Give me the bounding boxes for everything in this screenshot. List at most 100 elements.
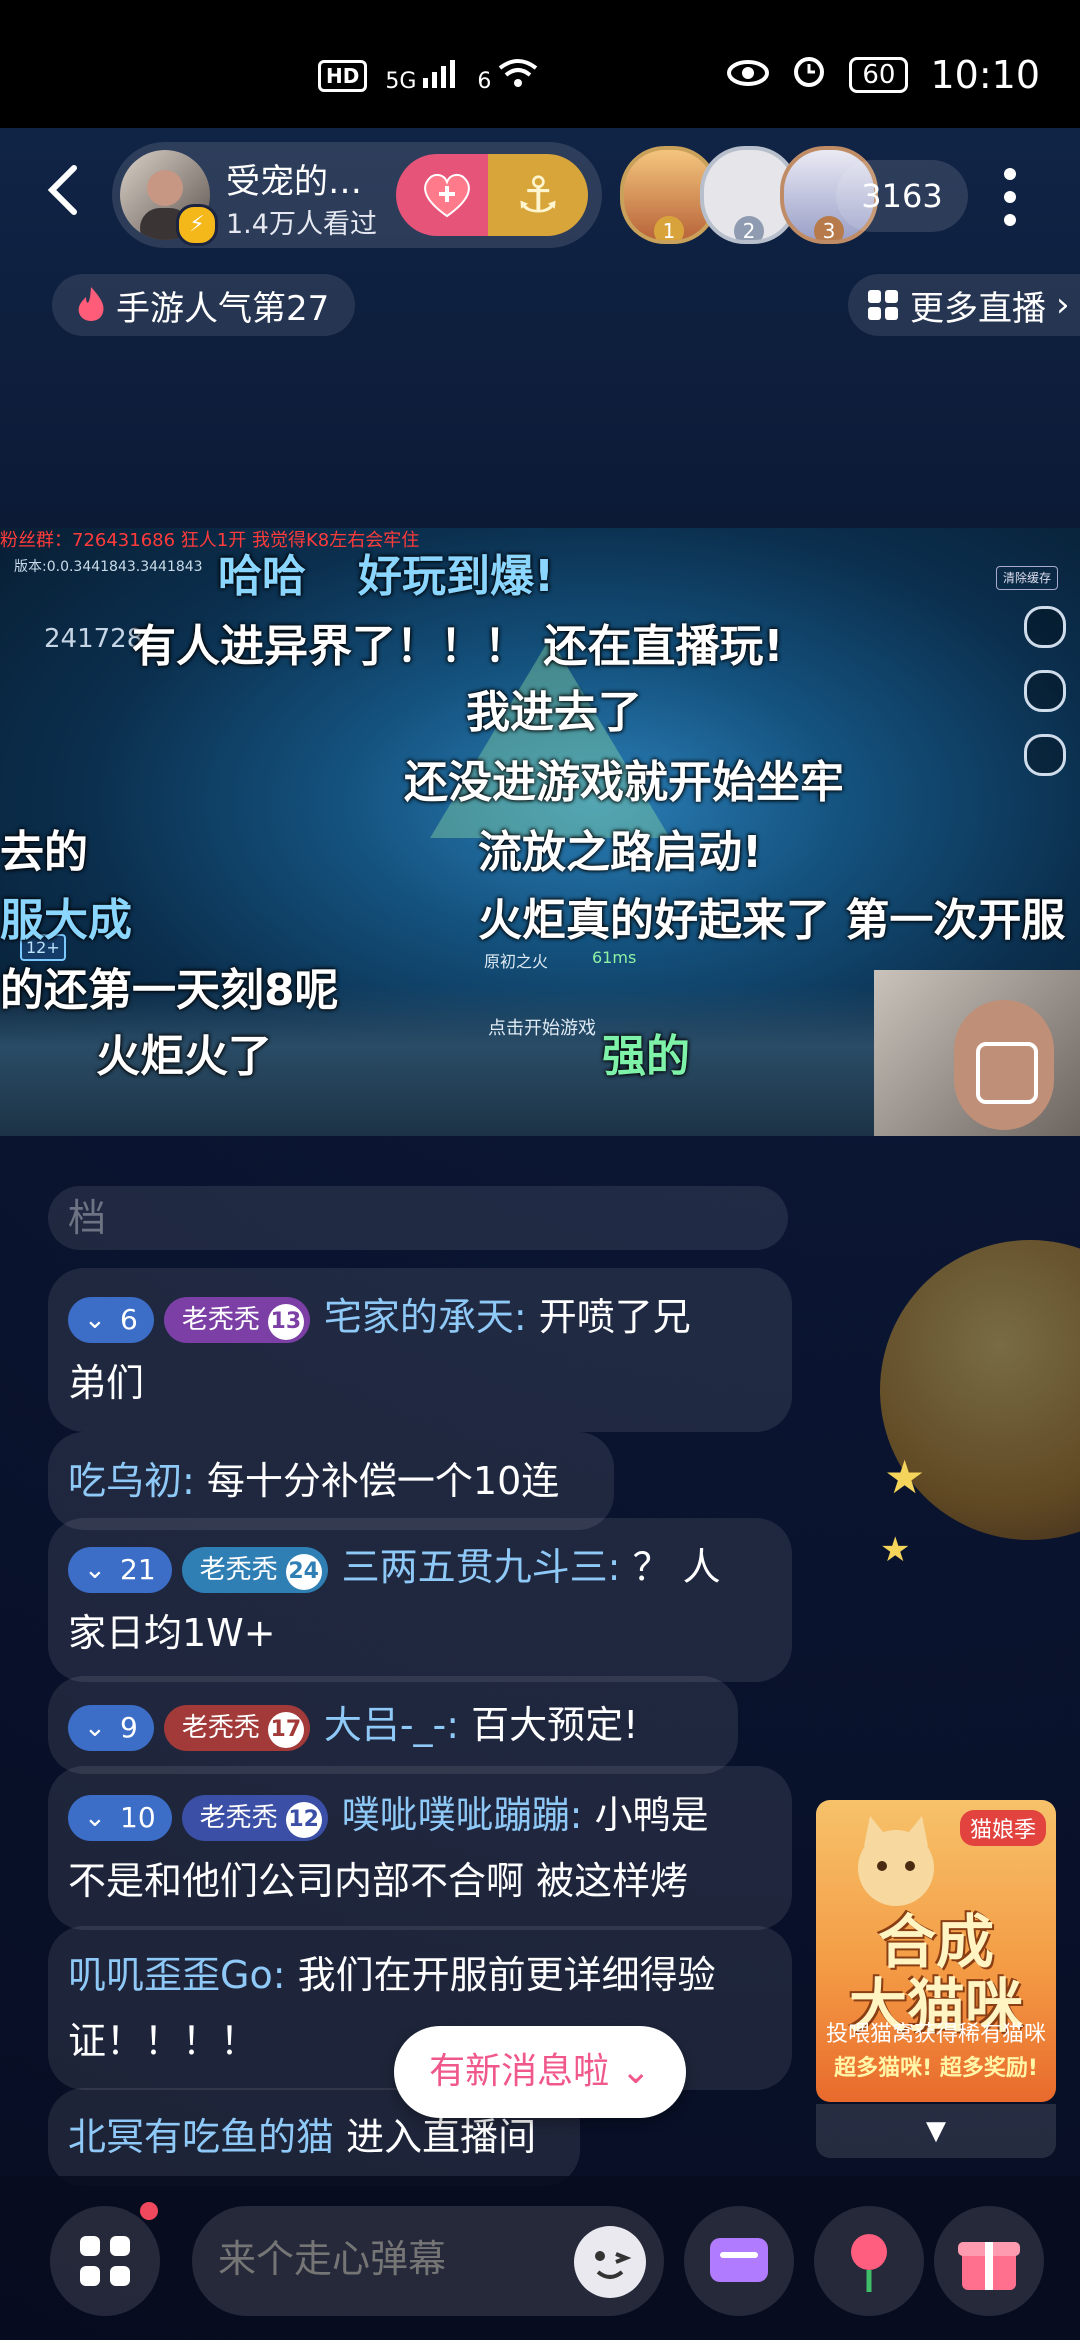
gift-button[interactable] [934, 2206, 1044, 2316]
user-level-badge: ⌄ 21 [68, 1546, 172, 1593]
danmaku-item: 的还第一天刻8呢 [0, 965, 339, 1016]
notice-icon[interactable] [1024, 670, 1066, 712]
danmaku-item: 流放之路启动! [478, 827, 763, 878]
emoji-face-icon [595, 2251, 632, 2279]
chat-username[interactable]: 宅家的承天 [324, 1295, 514, 1339]
chat-text-cont: 弟们 [68, 1361, 145, 1405]
danmaku-item: 我进去了 [466, 687, 642, 738]
chat-text: 每十分补偿一个10连 [206, 1459, 560, 1503]
room-id: 241728 [44, 624, 144, 654]
new-messages-button[interactable]: 有新消息啦 ⌄ [394, 2026, 686, 2118]
heart-plus-icon [424, 174, 470, 218]
rose-icon [851, 2234, 887, 2292]
popularity-label: 手游人气第27 [116, 288, 330, 329]
chat-username[interactable]: 三两五贯九斗三 [342, 1545, 608, 1589]
battery-indicator: 60 [849, 56, 909, 93]
fan-medal: 老秃秃 13 [163, 1296, 310, 1343]
chat-username[interactable]: 噗呲噗呲蹦蹦 [342, 1793, 570, 1837]
user-level-badge: ⌄ 9 [68, 1704, 154, 1751]
chat-message[interactable]: ⌄ 10 老秃秃 12 噗呲噗呲蹦蹦: 小鸭是 不是和他们公司内部不合啊 被这样烤 [48, 1766, 792, 1930]
promo-subtitle-2: 超多猫咪! 超多奖励! [834, 2056, 1038, 2081]
ping-label: 61ms [592, 948, 637, 967]
chat-username[interactable]: 叽叽歪歪Go [68, 1953, 273, 1997]
danmaku-item: 好玩到爆! [358, 551, 555, 602]
chat-text-cont: 证！！！！ [68, 2019, 259, 2063]
version-text: 版本:0.0.3441843.3441843 [14, 559, 203, 575]
popularity-tag[interactable]: 手游人气第27 [52, 274, 356, 336]
alarm-icon [791, 52, 827, 97]
enter-username[interactable]: 北冥有吃鱼的猫 [68, 2115, 334, 2159]
rotate-screen-icon[interactable] [976, 1042, 1038, 1104]
signal-icon: 5G [385, 58, 459, 94]
danmaku-item: 有人进异界了！！！ 还在直播玩! [132, 621, 784, 672]
flower-button[interactable] [814, 2206, 924, 2316]
anchor-camera-pip[interactable] [874, 970, 1080, 1136]
rank-badge: 3 [814, 216, 844, 240]
fan-medal: 老秃秃 17 [163, 1704, 310, 1751]
chat-text: 开喷了兄 [538, 1295, 691, 1339]
danmaku-item: 火炬火了 [96, 1031, 272, 1082]
back-button[interactable] [44, 160, 84, 220]
triangle-down-icon: ▼ [926, 2116, 946, 2146]
fire-icon [78, 287, 104, 321]
hd-icon: HD [318, 60, 368, 92]
game-start-hint: 点击开始游戏 [488, 1018, 596, 1039]
level-chevron-icon: ⌄ [84, 1802, 106, 1833]
gift-icon [958, 2242, 1020, 2290]
chat-text: ？ 人 [632, 1545, 721, 1589]
follow-button[interactable] [396, 154, 498, 236]
chat-faded-item: 档 [48, 1186, 788, 1250]
anchor-viewers: 1.4万人看过 [226, 209, 377, 240]
back-arrow-icon [47, 165, 77, 215]
anchor-guard-icon[interactable]: ⚓ [488, 154, 588, 236]
promo-tag: 猫娘季 [959, 1810, 1046, 1846]
promo-subtitle: 投喂猫窝获得稀有猫咪 [825, 2022, 1046, 2047]
enter-text: 进入直播间 [346, 2115, 537, 2159]
fan-medal: 老秃秃 24 [181, 1546, 328, 1593]
level-chevron-icon: ⌄ [84, 1554, 106, 1585]
danmaku-item: 服大成 [0, 895, 132, 946]
grid-icon [868, 290, 898, 320]
clear-cache-button[interactable]: 清除缓存 [996, 566, 1058, 590]
status-time: 10:10 [930, 52, 1040, 97]
online-count[interactable]: 3163 [836, 160, 968, 232]
game-sub-label: 原初之火 [484, 952, 549, 971]
more-options-button[interactable] [992, 162, 1028, 232]
chat-message[interactable]: 吃乌初: 每十分补偿一个10连 [48, 1432, 614, 1530]
danmaku-input[interactable] [216, 2236, 550, 2282]
notification-dot [140, 2202, 158, 2220]
anchor-info-pill[interactable]: ⚡ 受宠的… 1.4万人看过 ⚓ [112, 142, 602, 248]
apps-button[interactable] [50, 2206, 160, 2316]
more-live-button[interactable]: 更多直播 › [848, 274, 1080, 336]
cat-mascot-icon [858, 1816, 934, 1906]
danmaku-style-button[interactable] [684, 2206, 794, 2316]
danmaku-item: 去的 [0, 827, 88, 878]
emoji-button[interactable] [574, 2226, 646, 2298]
rank-badge: 2 [734, 216, 764, 240]
more-dots-icon [1004, 168, 1016, 226]
rank-badge: 1 [654, 216, 684, 240]
more-live-label: 更多直播 [910, 288, 1046, 329]
anchor-name: 受宠的… [226, 162, 362, 202]
danmaku-item: 强的 [602, 1031, 690, 1082]
event-promo-banner[interactable]: 猫娘季 合成 大猫咪 投喂猫窝获得稀有猫咪 超多猫咪! 超多奖励! [816, 1800, 1056, 2102]
user-level-badge: ⌄ 10 [68, 1794, 172, 1841]
chat-card-icon [710, 2238, 768, 2282]
chat-text-cont: 不是和他们公司内部不合啊 被这样烤 [68, 1859, 689, 1903]
game-side-icons [1024, 606, 1074, 798]
user-level-badge: ⌄ 6 [68, 1296, 154, 1343]
eye-icon [727, 53, 770, 97]
more-circle-icon[interactable] [1024, 734, 1066, 776]
chat-message[interactable]: ⌄ 21 老秃秃 24 三两五贯九斗三: ？ 人家日均1W+ [48, 1518, 792, 1682]
danmaku-item: 火炬真的好起来了 第一次开服 [478, 895, 1066, 946]
headset-icon[interactable] [1024, 606, 1066, 648]
chat-username[interactable]: 吃乌初 [68, 1459, 182, 1503]
danmaku-input-box[interactable] [192, 2206, 664, 2316]
chat-message[interactable]: ⌄ 6 老秃秃 13 宅家的承天: 开喷了兄 弟们 [48, 1268, 792, 1432]
promo-collapse-button[interactable]: ▼ [816, 2104, 1056, 2158]
fan-group-text: 粉丝群：726431686 狂人1开 我觉得K8左右会牢住 [0, 530, 420, 551]
chat-text-cont: 家日均1W+ [68, 1611, 276, 1655]
chat-username[interactable]: 大吕-_- [324, 1703, 446, 1747]
chat-message[interactable]: ⌄ 9 老秃秃 17 大吕-_-: 百大预定! [48, 1676, 738, 1774]
new-messages-label: 有新消息啦 [429, 2051, 610, 2092]
